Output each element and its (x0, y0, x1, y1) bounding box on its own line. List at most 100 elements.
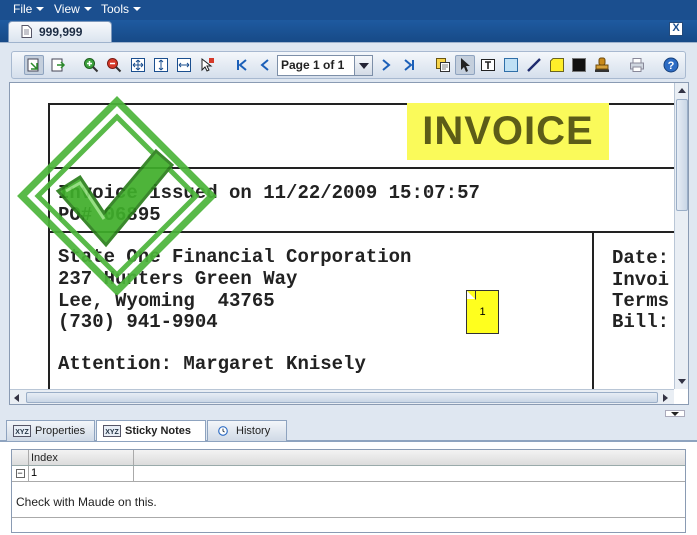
history-clock-icon (218, 426, 228, 436)
row-index-cell: 1 (29, 466, 134, 481)
divider (592, 231, 594, 389)
sticky-notes-grid: Index − 1 Check with Maude on this. (11, 449, 686, 533)
svg-text:XYZ: XYZ (105, 429, 119, 436)
document-tab[interactable]: 999,999 (8, 21, 112, 42)
tab-properties-label: Properties (35, 425, 86, 437)
zoom-out-button[interactable] (104, 55, 124, 75)
vertical-scrollbar[interactable] (674, 83, 688, 389)
sticky-note-text[interactable]: Check with Maude on this. (16, 495, 157, 509)
chevron-down-icon (671, 412, 679, 416)
invoice-title: INVOICE (407, 103, 609, 160)
print-button[interactable] (627, 55, 647, 75)
copy-button[interactable] (433, 55, 453, 75)
print-icon (630, 58, 644, 72)
collapse-row-icon[interactable]: − (15, 469, 25, 478)
sticky-note-icon (550, 58, 564, 72)
stamp-icon (595, 57, 609, 72)
bill-label: Bill: (612, 311, 670, 333)
column-header-index[interactable]: Index (29, 450, 134, 465)
text-annotation-button[interactable] (478, 55, 498, 75)
horizontal-scrollbar[interactable] (10, 389, 674, 404)
tab-sticky-notes-label: Sticky Notes (125, 425, 192, 437)
document-canvas[interactable]: INVOICE Invoice issued on 11/22/2009 15:… (10, 83, 674, 389)
chevron-down-icon (83, 7, 92, 11)
scroll-left-icon[interactable] (14, 394, 19, 402)
row-expander[interactable]: − (12, 466, 29, 481)
menu-tools-label: Tools (101, 2, 130, 16)
zoom-in-button[interactable] (81, 55, 101, 75)
pointer-button[interactable] (455, 55, 475, 75)
table-row[interactable]: − 1 (12, 466, 685, 482)
select-text-icon (51, 58, 66, 72)
scroll-right-icon[interactable] (663, 394, 668, 402)
terms-label: Terms (612, 290, 670, 312)
toolbar-area: Page 1 of 1 ? (0, 42, 697, 82)
magnify-icon (201, 57, 214, 72)
sticky-notes-icon: XYZ (103, 425, 121, 437)
copy-icon (436, 58, 450, 72)
pan-icon (27, 58, 39, 72)
tab-sticky-notes[interactable]: XYZ Sticky Notes (96, 420, 206, 442)
grid-header-expander (12, 450, 29, 465)
previous-page-button[interactable] (255, 55, 275, 75)
fit-height-icon (154, 58, 168, 72)
chevron-down-icon (133, 7, 142, 11)
fit-page-button[interactable] (128, 55, 148, 75)
zoom-out-icon (107, 58, 122, 73)
select-text-button[interactable] (48, 55, 68, 75)
approved-check-stamp-icon[interactable] (14, 95, 220, 295)
close-tab-button[interactable]: X (669, 22, 683, 36)
help-button[interactable]: ? (661, 55, 681, 75)
sticky-notes-panel: Index − 1 Check with Maude on this. (0, 441, 697, 535)
page-selector-dropdown[interactable] (354, 55, 373, 76)
svg-text:XYZ: XYZ (15, 429, 29, 436)
next-page-button[interactable] (376, 55, 396, 75)
magnify-button[interactable] (197, 55, 217, 75)
horizontal-scroll-thumb[interactable] (26, 392, 658, 403)
viewer-toolbar: Page 1 of 1 ? (11, 51, 686, 79)
collapse-panel-button[interactable] (665, 410, 685, 417)
sticky-note-number: 1 (479, 306, 486, 318)
last-page-button[interactable] (399, 55, 419, 75)
properties-icon: XYZ (13, 425, 31, 437)
last-page-icon (404, 59, 414, 71)
vertical-scroll-thumb[interactable] (676, 99, 688, 211)
fit-height-button[interactable] (151, 55, 171, 75)
menu-file[interactable]: File (13, 2, 45, 16)
next-page-icon (382, 59, 391, 71)
menu-bar: File View Tools (0, 0, 697, 20)
tab-properties[interactable]: XYZ Properties (6, 420, 95, 441)
pointer-icon (461, 58, 470, 72)
sticky-note-button[interactable] (547, 55, 567, 75)
menu-view-label: View (54, 2, 80, 16)
first-page-icon (237, 59, 247, 71)
sticky-note-marker[interactable]: 1 (466, 290, 499, 334)
redact-icon (572, 58, 586, 72)
line-button[interactable] (524, 55, 544, 75)
invoice-label: Invoi (612, 269, 670, 291)
date-label: Date: (612, 247, 670, 269)
panel-splitter[interactable] (0, 405, 697, 419)
document-tab-label: 999,999 (39, 25, 83, 39)
menu-view[interactable]: View (54, 2, 92, 16)
stamp-button[interactable] (592, 55, 612, 75)
rectangle-button[interactable] (501, 55, 521, 75)
fit-page-icon (131, 58, 145, 72)
tab-history[interactable]: History (207, 420, 287, 441)
fit-width-button[interactable] (174, 55, 194, 75)
menu-file-label: File (13, 2, 33, 16)
scroll-down-icon[interactable] (678, 379, 686, 384)
grid-divider (12, 517, 685, 518)
chevron-down-icon (36, 7, 45, 11)
help-icon: ? (663, 57, 679, 73)
document-viewer[interactable]: INVOICE Invoice issued on 11/22/2009 15:… (9, 82, 689, 405)
scroll-up-icon[interactable] (678, 88, 686, 93)
first-page-button[interactable] (232, 55, 252, 75)
redact-button[interactable] (569, 55, 589, 75)
pan-button[interactable] (24, 55, 44, 75)
text-annotation-icon (481, 59, 495, 71)
menu-tools[interactable]: Tools (101, 2, 142, 16)
attention-line: Attention: Margaret Knisely (58, 353, 366, 375)
previous-page-icon (260, 59, 269, 71)
svg-text:?: ? (668, 60, 675, 72)
